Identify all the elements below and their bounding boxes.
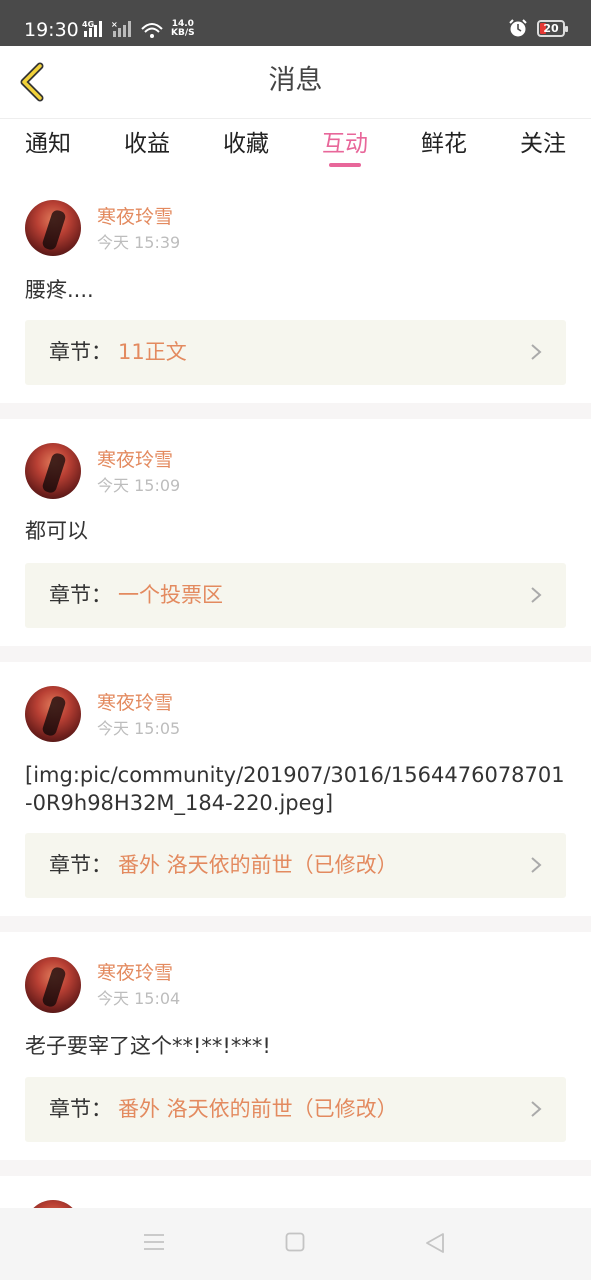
battery-icon: 20 (537, 20, 568, 37)
chapter-name: 番外 洛天依的前世（已修改） (118, 853, 398, 877)
tab-interaction[interactable]: 互动 (305, 129, 385, 159)
divider (0, 646, 591, 662)
chevron-right-icon (531, 1101, 542, 1117)
timestamp: 今天 15:39 (97, 233, 181, 252)
message-content: 都可以 (25, 519, 88, 543)
chapter-label: 章节： (49, 583, 112, 607)
username[interactable]: 寒夜玲雪 (97, 961, 173, 985)
timestamp: 今天 15:04 (97, 989, 181, 1008)
menu-icon[interactable] (143, 1232, 165, 1252)
message-card: 寒夜玲雪 今天 15:05 [img:pic/community/201907/… (0, 662, 591, 916)
page-title: 消息 (268, 65, 323, 96)
tab-notice[interactable]: 通知 (8, 129, 88, 159)
message-card: 寒夜玲雪 今天 15:04 老子要宰了这个**!**!***! 章节： 番外 洛… (0, 932, 591, 1160)
tab-bar: 通知 收益 收藏 互动 鲜花 关注 (0, 119, 591, 171)
message-card (0, 1176, 591, 1208)
username[interactable]: 寒夜玲雪 (97, 448, 173, 472)
system-nav-bar (0, 1208, 591, 1280)
svg-text:4G: 4G (82, 20, 94, 29)
timestamp: 今天 15:09 (97, 476, 181, 495)
username[interactable]: 寒夜玲雪 (97, 691, 173, 715)
message-content: 老子要宰了这个**!**!***! (25, 1034, 271, 1058)
avatar[interactable] (25, 957, 81, 1013)
chevron-right-icon (531, 587, 542, 603)
timestamp: 今天 15:05 (97, 719, 181, 738)
tab-follow[interactable]: 关注 (503, 129, 583, 159)
chapter-name: 一个投票区 (118, 583, 223, 607)
active-tab-indicator (329, 163, 361, 167)
avatar[interactable] (25, 686, 81, 742)
username[interactable]: 寒夜玲雪 (97, 205, 173, 229)
svg-text:×: × (111, 20, 118, 29)
avatar[interactable] (25, 443, 81, 499)
message-card: 寒夜玲雪 今天 15:09 都可以 章节： 一个投票区 (0, 419, 591, 646)
alarm-icon (509, 19, 527, 37)
divider (0, 1160, 591, 1176)
chapter-link[interactable]: 章节： 番外 洛天依的前世（已修改） (25, 1077, 566, 1142)
message-content: 腰疼.... (25, 278, 94, 302)
chevron-right-icon (531, 857, 542, 873)
chapter-label: 章节： (49, 1097, 112, 1121)
chapter-link[interactable]: 章节： 番外 洛天依的前世（已修改） (25, 833, 566, 898)
network-speed: 14.0 KB/S (171, 19, 195, 38)
tab-flowers[interactable]: 鲜花 (404, 129, 484, 159)
message-content: [img:pic/community/201907/3016/156447607… (25, 763, 565, 815)
chevron-right-icon (531, 344, 542, 360)
chapter-label: 章节： (49, 340, 112, 364)
message-card: 寒夜玲雪 今天 15:39 腰疼.... 章节： 11正文 (0, 171, 591, 403)
chapter-link[interactable]: 章节： 11正文 (25, 320, 566, 385)
chapter-label: 章节： (49, 853, 112, 877)
home-square-icon[interactable] (285, 1232, 305, 1252)
tab-income[interactable]: 收益 (107, 129, 187, 159)
avatar[interactable] (25, 200, 81, 256)
divider (0, 916, 591, 932)
header: 消息 (0, 46, 591, 119)
signal-icon: 4G × (82, 20, 163, 38)
avatar[interactable] (25, 1200, 81, 1208)
chapter-name: 番外 洛天依的前世（已修改） (118, 1097, 398, 1121)
status-time: 19:30 (24, 19, 79, 41)
divider (0, 403, 591, 419)
status-bar: 19:30 4G × 14.0 KB/S 20 (0, 0, 591, 46)
chapter-link[interactable]: 章节： 一个投票区 (25, 563, 566, 628)
back-triangle-icon[interactable] (425, 1232, 445, 1254)
chapter-name: 11正文 (118, 340, 187, 364)
tab-favorites[interactable]: 收藏 (206, 129, 286, 159)
